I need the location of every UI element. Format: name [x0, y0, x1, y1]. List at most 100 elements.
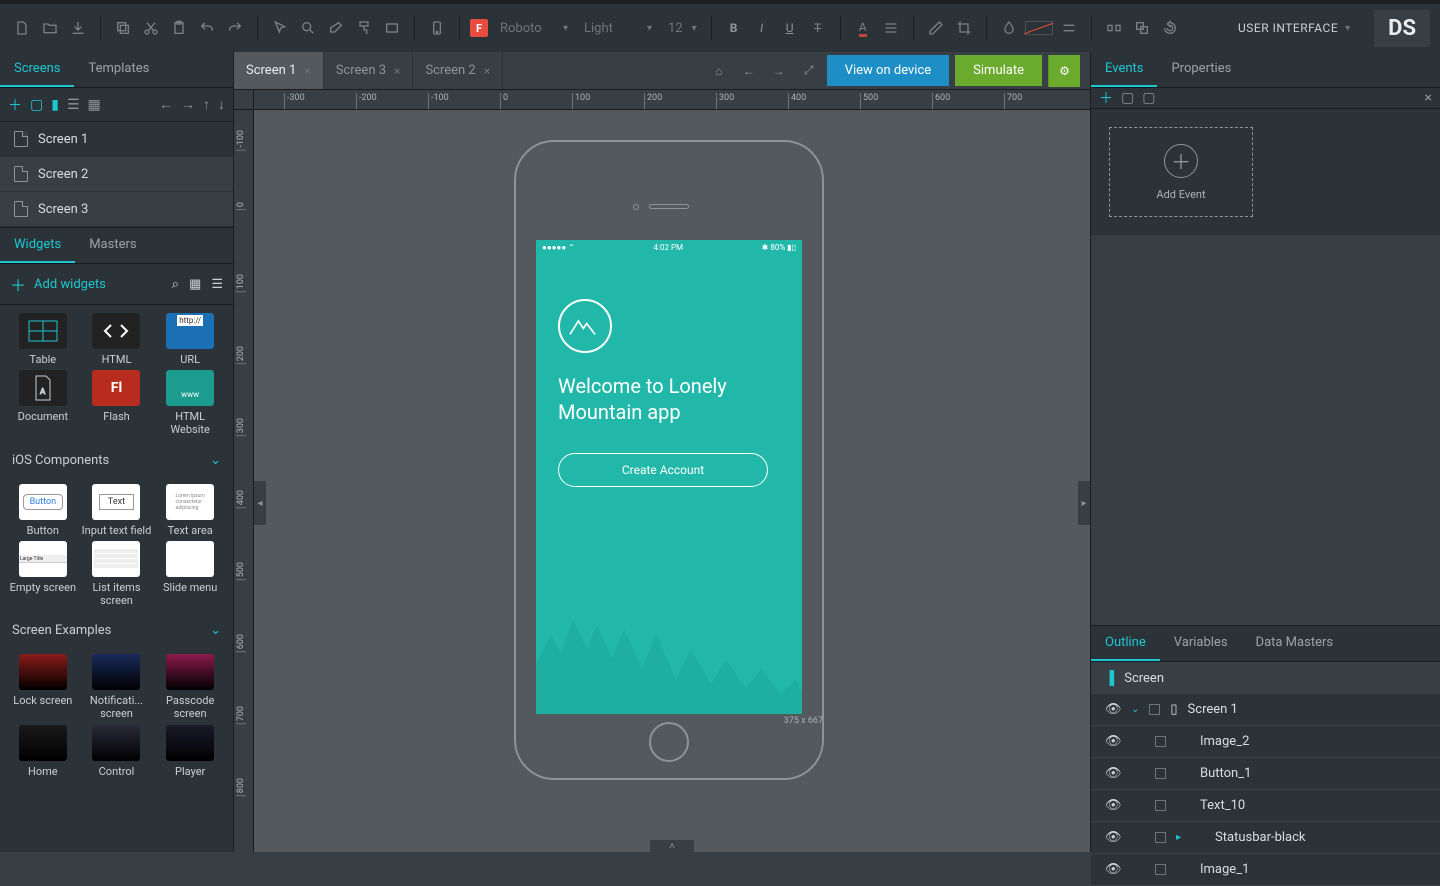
ios-components-header[interactable]: iOS Components ⌄ — [0, 445, 233, 476]
outline-item[interactable]: 👁⌄▯Screen 1 — [1091, 694, 1440, 726]
outline-item[interactable]: 👁Image_1 — [1091, 854, 1440, 886]
screen-item[interactable]: Screen 2 — [0, 157, 233, 192]
list-icon[interactable]: ☰ — [211, 277, 223, 292]
nav-fwd-icon[interactable]: → — [181, 96, 195, 113]
visibility-icon[interactable]: 👁 — [1105, 702, 1121, 717]
list-view-icon[interactable]: ☰ — [67, 97, 80, 113]
forward-icon[interactable]: → — [767, 59, 791, 83]
create-account-button[interactable]: Create Account — [558, 453, 768, 487]
home-icon[interactable]: ⌂ — [707, 59, 731, 83]
copy-icon[interactable] — [111, 16, 135, 40]
checkbox-icon[interactable] — [1155, 736, 1166, 747]
widget-item[interactable]: Large TitleEmpty screen — [8, 541, 78, 607]
arrange-order-icon[interactable] — [1130, 16, 1154, 40]
font-size-select[interactable]: 12 — [660, 17, 701, 40]
crop-icon[interactable] — [952, 16, 976, 40]
rectangle-icon[interactable] — [380, 16, 404, 40]
widget-item[interactable]: List items screen — [82, 541, 152, 607]
widget-item[interactable]: TextInput text field — [82, 484, 152, 537]
pointer-icon[interactable] — [268, 16, 292, 40]
screen-item[interactable]: Screen 3 — [0, 192, 233, 227]
rotate-icon[interactable] — [1158, 16, 1182, 40]
event-copy-icon[interactable]: ▢ — [1121, 90, 1134, 106]
tab-variables[interactable]: Variables — [1160, 626, 1242, 661]
screen-item[interactable]: Screen 1 — [0, 122, 233, 157]
widget-item[interactable]: Slide menu — [155, 541, 225, 607]
widget-item[interactable]: ButtonButton — [8, 484, 78, 537]
tab-templates[interactable]: Templates — [74, 52, 163, 87]
device-icon[interactable] — [425, 16, 449, 40]
canvas-tab[interactable]: Screen 2× — [413, 52, 503, 89]
tab-screens[interactable]: Screens — [0, 52, 74, 87]
simulate-button[interactable]: Simulate — [955, 55, 1042, 86]
outline-root[interactable]: ▐ Screen — [1091, 662, 1440, 694]
tab-outline[interactable]: Outline — [1091, 626, 1160, 661]
add-event-button[interactable]: ＋ Add Event — [1109, 127, 1253, 217]
search-icon[interactable] — [296, 16, 320, 40]
widget-item[interactable]: Passcode screen — [155, 654, 225, 720]
underline-icon[interactable]: U — [778, 16, 802, 40]
paste-icon[interactable] — [167, 16, 191, 40]
grid-icon[interactable]: ▦ — [189, 277, 201, 292]
view-on-device-button[interactable]: View on device — [827, 55, 949, 86]
widget-item[interactable]: FlFlash — [82, 370, 152, 436]
tab-data-masters[interactable]: Data Masters — [1242, 626, 1348, 661]
visibility-icon[interactable]: 👁 — [1105, 862, 1121, 877]
widget-item[interactable]: ADocument — [8, 370, 78, 436]
back-icon[interactable]: ← — [737, 59, 761, 83]
redo-icon[interactable] — [223, 16, 247, 40]
chevron-down-icon[interactable]: ⌄ — [1131, 704, 1139, 715]
canvas-tab[interactable]: Screen 1× — [234, 52, 324, 89]
widget-item[interactable]: wwwHTML Website — [155, 370, 225, 436]
outline-item[interactable]: 👁Text_10 — [1091, 790, 1440, 822]
eraser-icon[interactable] — [324, 16, 348, 40]
checkbox-icon[interactable] — [1155, 832, 1166, 843]
close-icon[interactable]: × — [394, 64, 400, 78]
close-icon[interactable]: × — [304, 64, 310, 78]
tab-properties[interactable]: Properties — [1157, 52, 1245, 87]
visibility-icon[interactable]: 👁 — [1105, 766, 1121, 781]
user-menu[interactable]: USER INTERFACE — [1230, 17, 1354, 39]
download-icon[interactable] — [66, 16, 90, 40]
align-icon[interactable] — [879, 16, 903, 40]
add-widgets-button[interactable]: ＋ Add widgets ⌕ ▦ ☰ — [0, 264, 233, 305]
expand-icon[interactable]: ⤢ — [797, 59, 821, 83]
panel-toggle-right-icon[interactable]: ▸ — [1078, 481, 1090, 525]
panel-toggle-left-icon[interactable]: ◂ — [254, 481, 266, 525]
phone-screen[interactable]: ●●●●● ⌃ 4:02 PM ✱ 80% ▮▯ Welcome to Lone… — [536, 240, 802, 714]
nav-back-icon[interactable]: ← — [159, 96, 173, 113]
nav-down-icon[interactable]: ↓ — [218, 96, 225, 113]
add-event-icon[interactable]: ＋ — [1099, 88, 1113, 108]
outline-item[interactable]: 👁Button_1 — [1091, 758, 1440, 790]
checkbox-icon[interactable] — [1155, 800, 1166, 811]
checkbox-icon[interactable] — [1149, 704, 1160, 715]
widget-item[interactable]: Lorem ipsumconsecteturadipiscingText are… — [155, 484, 225, 537]
close-icon[interactable]: × — [1425, 90, 1432, 106]
stroke-color-icon[interactable] — [1025, 21, 1053, 35]
edit-icon[interactable] — [924, 16, 948, 40]
widget-item[interactable]: Home — [8, 725, 78, 778]
checkbox-icon[interactable] — [1155, 768, 1166, 779]
chevron-right-icon[interactable]: ▸ — [1176, 832, 1181, 843]
nav-up-icon[interactable]: ↑ — [203, 96, 210, 113]
bold-icon[interactable]: B — [722, 16, 746, 40]
widget-item[interactable]: http://URL — [155, 313, 225, 366]
folder-icon[interactable]: ▮ — [51, 97, 59, 113]
font-weight-select[interactable]: Light — [576, 17, 656, 40]
canvas-tab[interactable]: Screen 3× — [324, 52, 414, 89]
panel-toggle-bottom-icon[interactable]: ˄ — [650, 840, 694, 852]
drop-icon[interactable] — [997, 16, 1021, 40]
canvas-viewport[interactable]: ◂ ▸ ˄ ●●●●● ⌃ 4:02 PM ✱ 80% ▮▯ Welcome t… — [254, 110, 1090, 852]
event-paste-icon[interactable]: ▢ — [1142, 90, 1155, 106]
visibility-icon[interactable]: 👁 — [1105, 830, 1121, 845]
widget-item[interactable]: Notificati... screen — [82, 654, 152, 720]
tab-masters[interactable]: Masters — [75, 228, 150, 263]
font-badge-icon[interactable]: F — [470, 19, 488, 37]
widget-item[interactable]: HTML — [82, 313, 152, 366]
widget-item[interactable]: Lock screen — [8, 654, 78, 720]
screen-examples-header[interactable]: Screen Examples ⌄ — [0, 615, 233, 646]
visibility-icon[interactable]: 👁 — [1105, 734, 1121, 749]
tab-widgets[interactable]: Widgets — [0, 228, 75, 263]
widget-item[interactable]: Table — [8, 313, 78, 366]
search-icon[interactable]: ⌕ — [172, 277, 179, 292]
